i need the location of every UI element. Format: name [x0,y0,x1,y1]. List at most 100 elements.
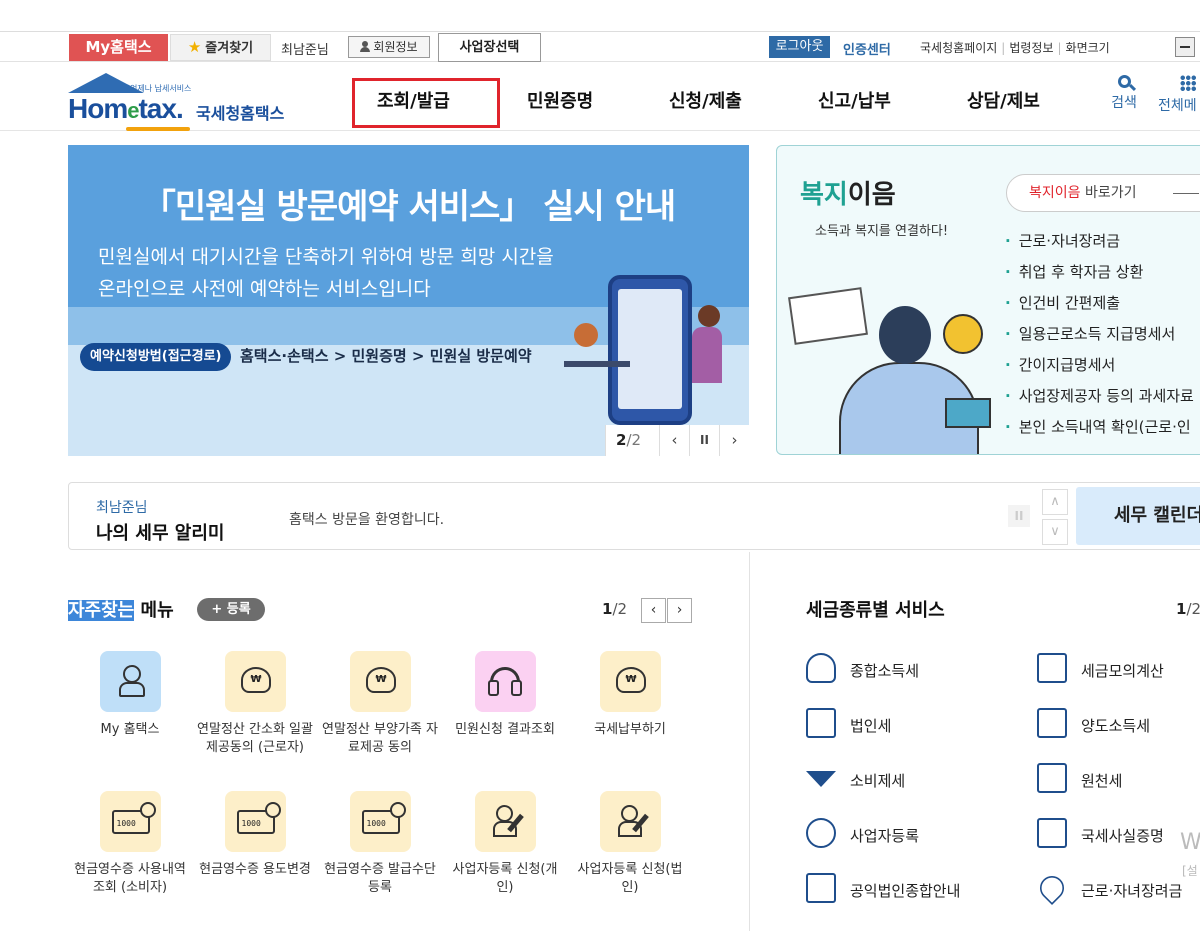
star-icon: ★ [187,38,202,56]
tile-yearend-dependents[interactable]: 연말정산 부양가족 자료제공 동의 [320,651,440,757]
alarm-down-button[interactable]: ∨ [1042,519,1068,545]
tile-yearend-simplified[interactable]: 연말정산 간소화 일괄제공동의 (근로자) [195,651,315,757]
os-watermark-sub: [설 [1182,864,1198,878]
law-info-link[interactable]: 법령정보 [1009,41,1053,55]
building-icon [806,708,836,738]
tax-page-total: /2 [1186,600,1200,618]
alarm-up-button[interactable]: ∧ [1042,489,1068,515]
user-icon [99,651,161,712]
user-icon [806,818,836,848]
reservation-method-badge: 예약신청방법(접근경로) [80,343,232,371]
cash-receipt-icon [224,791,286,852]
member-info-label: 회원정보 [373,40,418,54]
tile-label: 현금영수증 발급수단 등록 [324,862,436,895]
cert-center-link[interactable]: 인증센터 [843,39,891,58]
banner-desc-line1: 민원실에서 대기시간을 단축하기 위하여 방문 희망 시간을 [98,246,554,268]
money-bag-icon [349,651,411,712]
zoom-out-button[interactable] [1175,37,1195,57]
welfare-shortcut-button[interactable]: 복지이음 바로가기 [1006,174,1200,212]
welfare-link-panel: 복지이음 소득과 복지를 연결하다! 복지이음 바로가기 근로·자녀장려금 취업… [776,145,1200,455]
welfare-item[interactable]: 근로·자녀장려금 [1005,226,1194,257]
woman-illustration-icon [574,323,598,347]
banner-pause-button[interactable]: II [689,425,719,456]
arrow-right-icon [1173,193,1199,194]
frequent-pagination: 1/2 [602,600,627,618]
tile-cash-receipt-history[interactable]: 현금영수증 사용내역조회 (소비자) [70,791,190,897]
frequent-title-rest: 메뉴 [134,600,174,621]
frequent-prev-button[interactable]: ‹ [641,598,666,623]
business-select-button[interactable]: 사업장선택 [438,33,541,62]
banner-prev-button[interactable]: ‹ [659,425,689,456]
tile-civil-result[interactable]: 민원신청 결과조회 [445,651,565,739]
nav-report-pay[interactable]: 신고/납부 [818,87,891,113]
hometax-logo[interactable]: 언제나 납세서비스 Hometax. 국세청홈택스 [68,71,298,131]
alarm-pause-button[interactable]: II [1008,505,1030,527]
welfare-item[interactable]: 본인 소득내역 확인(근로·인 [1005,412,1194,443]
tile-label: 사업자등록 신청(개인) [452,862,558,895]
man-illustration-icon [698,305,720,327]
welfare-item[interactable]: 사업장제공자 등의 과세자료 [1005,381,1194,412]
tax-calendar-button[interactable]: 세무 캘린더 [1076,487,1200,545]
member-info-button[interactable]: 회원정보 [348,36,430,58]
nav-inquiry-issue[interactable]: 조회/발급 [377,87,450,113]
welfare-item[interactable]: 취업 후 학자금 상환 [1005,257,1194,288]
certificate-icon [1037,818,1067,848]
alarm-label: 나의 세무 알리미 [96,523,225,544]
reservation-route: 홈택스·손택스 > 민원증명 > 민원실 방문예약 [240,347,532,365]
banner-next-button[interactable]: › [719,425,749,456]
tile-label: 현금영수증 사용내역조회 (소비자) [74,862,186,895]
tile-label: 현금영수증 용도변경 [199,862,311,877]
top-utility-bar: My홈택스 ★ 즐겨찾기 최남준님 회원정보 사업장선택 로그아웃 인증센터 국세… [0,31,1200,62]
frequent-menu-title: 자주찾는 메뉴 [68,596,174,622]
cash-receipt-icon [99,791,161,852]
service-label: 세금모의계산 [1081,662,1164,680]
favorites-button[interactable]: ★ 즐겨찾기 [170,34,271,61]
search-button[interactable]: 검색 [1106,75,1142,112]
person-icon [360,41,371,52]
tile-cash-receipt-register[interactable]: 현금영수증 발급수단 등록 [320,791,440,897]
nav-civil-certificate[interactable]: 민원증명 [527,87,593,113]
man-body-illustration [692,327,722,383]
logo-brand-e: e [127,98,139,123]
gem-icon [806,771,836,787]
desk-illustration [564,361,630,367]
tile-label: 사업자등록 신청(법인) [577,862,683,895]
my-hometax-button[interactable]: My홈택스 [69,34,168,61]
service-label: 소비제세 [850,772,906,790]
tile-label: My 홈택스 [100,722,160,737]
divider: | [1001,41,1006,55]
user-name: 최남준님 [281,43,329,58]
banner-page-current: 2 [616,431,627,449]
logo-swoosh [126,127,190,131]
logo-korean: 국세청홈택스 [196,104,285,123]
frequent-next-button[interactable]: › [667,598,692,623]
tile-label: 연말정산 간소화 일괄제공동의 (근로자) [197,722,313,755]
logo-brand: Hometax. [68,93,184,125]
nav-consult-report[interactable]: 상담/제보 [967,87,1040,113]
coin-icon [943,314,983,354]
register-menu-button[interactable]: + 등록 [197,598,265,621]
visit-reservation-banner[interactable]: 「민원실 방문예약 서비스」 실시 안내 민원실에서 대기시간을 단축하기 위하… [68,145,749,456]
tile-cash-receipt-change[interactable]: 현금영수증 용도변경 [195,791,315,879]
tile-national-tax-payment[interactable]: 국세납부하기 [570,651,690,739]
banner-description: 민원실에서 대기시간을 단축하기 위하여 방문 희망 시간을온라인으로 사전에 … [98,241,554,305]
welfare-item[interactable]: 간이지급명세서 [1005,350,1194,381]
tax-service-pagination: 1/2 [1176,600,1200,618]
tile-business-reg-corporate[interactable]: 사업자등록 신청(법인) [570,791,690,897]
welfare-board-illustration [788,287,868,345]
welfare-item[interactable]: 인건비 간편제출 [1005,288,1194,319]
tile-business-reg-individual[interactable]: 사업자등록 신청(개인) [445,791,565,897]
welfare-item[interactable]: 일용근로소득 지급명세서 [1005,319,1194,350]
search-icon [1117,75,1131,88]
user-pen-icon [599,791,661,852]
tile-my-hometax[interactable]: My 홈택스 [70,651,190,739]
banner-desc-line2: 온라인으로 사전에 예약하는 서비스입니다 [98,278,431,300]
nav-apply-submit[interactable]: 신청/제출 [669,87,742,113]
nts-homepage-link[interactable]: 국세청홈페이지 [920,41,997,55]
tile-label: 민원신청 결과조회 [455,722,555,737]
all-menu-button[interactable]: 전체메 [1158,75,1200,115]
books-illustration [945,398,991,428]
logout-button[interactable]: 로그아웃 [769,36,830,58]
money-bag-icon [224,651,286,712]
column-divider [749,552,750,931]
